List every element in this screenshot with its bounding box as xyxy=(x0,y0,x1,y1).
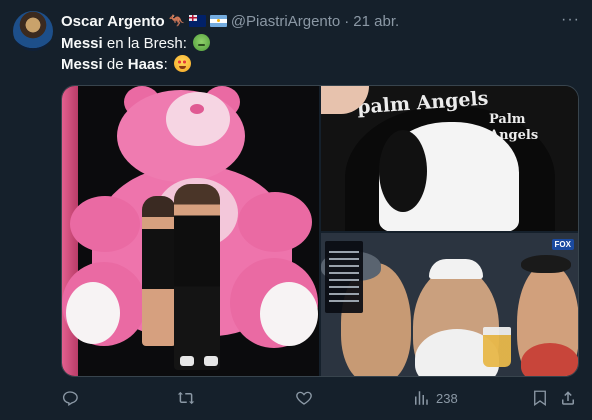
visor-graphic xyxy=(379,130,427,212)
shoe-shape xyxy=(204,356,218,366)
cap-shape xyxy=(521,255,571,273)
nauseated-face-icon xyxy=(193,34,211,51)
views-button[interactable]: 238 xyxy=(412,389,458,407)
tweet-date[interactable]: 21 abr. xyxy=(353,13,399,30)
shoe-shape xyxy=(180,356,194,366)
like-button[interactable] xyxy=(295,389,313,407)
bear-pad-shape xyxy=(260,282,318,346)
bold-text: Messi xyxy=(61,35,103,52)
avatar[interactable] xyxy=(13,11,53,51)
tweet-text-line-2: Messi de Haas: xyxy=(61,55,191,75)
reply-icon xyxy=(62,391,78,406)
bear-arm-shape xyxy=(70,196,140,252)
bear-snout-shape xyxy=(166,92,230,146)
bear-nose-shape xyxy=(190,104,204,114)
tweet-header: Oscar Argento 🦘 @PiastriArgento · 21 abr… xyxy=(61,12,399,30)
f1-fans-photo[interactable]: FOX xyxy=(321,233,578,376)
reply-button[interactable] xyxy=(61,389,79,407)
argentina-flag-icon xyxy=(209,15,227,27)
tweet-text-line-1: Messi en la Bresh: xyxy=(61,34,211,54)
palm-angels-hoodie-photo[interactable]: palm Angels Palm Angels xyxy=(321,86,578,231)
heart-icon xyxy=(296,391,312,405)
author-name[interactable]: Oscar Argento xyxy=(61,13,165,30)
tweet-media-grid: palm Angels Palm Angels FOX xyxy=(61,85,579,377)
australia-flag-icon xyxy=(188,15,206,27)
retweet-icon xyxy=(177,391,195,405)
shirt-shape xyxy=(521,343,578,376)
person-shape xyxy=(174,184,220,370)
beer-cup-shape xyxy=(483,327,511,367)
share-icon xyxy=(562,391,574,405)
bold-text: Messi xyxy=(61,56,103,73)
tweet-actions: 238 xyxy=(61,389,581,409)
separator-dot: · xyxy=(344,12,350,30)
bear-arm-shape xyxy=(238,192,312,252)
kangaroo-icon: 🦘 xyxy=(168,13,185,28)
bear-pad-shape xyxy=(66,282,120,344)
person-shape xyxy=(142,196,176,346)
retweet-button[interactable] xyxy=(177,389,195,407)
share-button[interactable] xyxy=(559,389,577,407)
star-struck-face-icon xyxy=(173,55,191,72)
author-handle[interactable]: @PiastriArgento xyxy=(231,13,340,30)
bar-chart-icon xyxy=(415,391,428,405)
f1-timing-panel xyxy=(325,241,363,313)
bold-text: Haas xyxy=(127,56,164,73)
views-count: 238 xyxy=(436,390,458,406)
bookmark-button[interactable] xyxy=(531,389,549,407)
bookmark-icon xyxy=(534,390,546,407)
more-options-icon[interactable]: ··· xyxy=(561,11,580,29)
plain-text: : xyxy=(163,56,168,73)
fox-badge: FOX xyxy=(551,239,574,250)
plain-text: en la Bresh: xyxy=(102,35,187,52)
pink-bear-photo[interactable] xyxy=(62,86,319,376)
cap-shape xyxy=(429,259,483,279)
plain-text: de xyxy=(102,56,128,73)
